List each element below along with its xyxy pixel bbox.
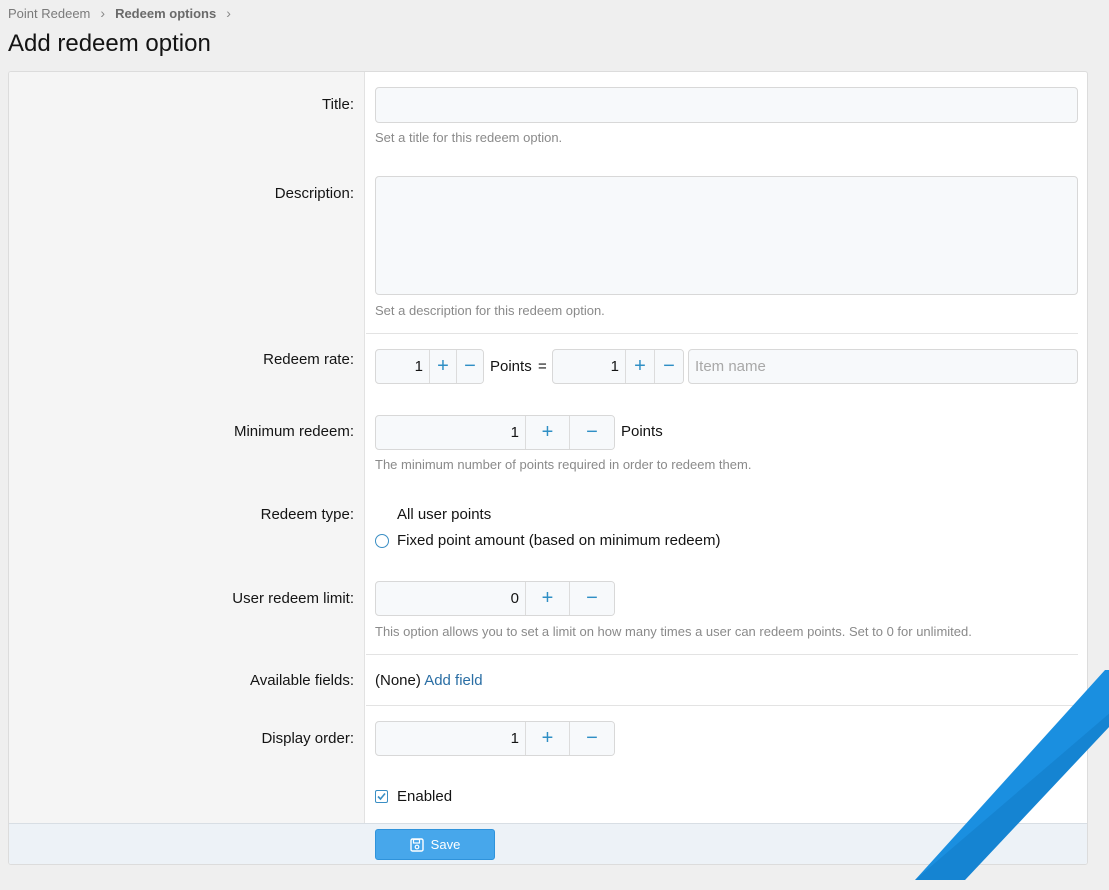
watermark-logo xyxy=(915,670,1109,880)
plus-icon[interactable]: + xyxy=(625,350,654,383)
item-name-placeholder: Item name xyxy=(695,358,766,375)
available-fields-value: (None) Add field xyxy=(375,672,483,689)
redeem-rate-points-text: Points xyxy=(490,358,532,375)
save-icon xyxy=(409,837,424,852)
section-divider xyxy=(366,333,1078,334)
title-label: Title: xyxy=(322,96,354,113)
techieshome-watermark xyxy=(905,670,1109,890)
redeem-rate-points-value[interactable]: 1 xyxy=(376,350,429,383)
minimum-redeem-stepper: 1 + − xyxy=(375,415,615,450)
breadcrumb-point-redeem[interactable]: Point Redeem xyxy=(8,6,90,21)
enabled-label[interactable]: Enabled xyxy=(397,788,452,805)
breadcrumb: Point Redeem › Redeem options › xyxy=(8,4,241,22)
display-order-label: Display order: xyxy=(261,730,354,747)
user-redeem-limit-value[interactable]: 0 xyxy=(376,582,525,615)
redeem-rate-equals: = xyxy=(538,358,547,375)
description-hint: Set a description for this redeem option… xyxy=(375,303,605,318)
redeem-type-label: Redeem type: xyxy=(260,506,354,523)
minimum-redeem-unit: Points xyxy=(621,423,663,440)
plus-icon[interactable]: + xyxy=(429,350,456,383)
user-redeem-limit-stepper: 0 + − xyxy=(375,581,615,616)
redeem-rate-points-stepper: 1 + − xyxy=(375,349,484,384)
minus-icon[interactable]: − xyxy=(456,350,483,383)
display-order-value[interactable]: 1 xyxy=(376,722,525,755)
enabled-checkbox[interactable] xyxy=(375,790,388,803)
user-redeem-limit-label: User redeem limit: xyxy=(232,590,354,607)
save-label: Save xyxy=(430,837,461,852)
plus-icon[interactable]: + xyxy=(525,582,569,615)
item-name-input[interactable]: Item name xyxy=(688,349,1078,384)
display-order-stepper: 1 + − xyxy=(375,721,615,756)
available-fields-label: Available fields: xyxy=(250,672,354,689)
page-title: Add redeem option xyxy=(8,30,211,57)
radio-circle-icon[interactable] xyxy=(375,534,389,548)
save-button[interactable]: Save xyxy=(375,829,495,860)
minus-icon[interactable]: − xyxy=(569,722,614,755)
radio-fixed-point-amount[interactable]: Fixed point amount (based on minimum red… xyxy=(397,532,720,549)
chevron-right-icon: › xyxy=(226,5,231,21)
title-input[interactable] xyxy=(375,87,1078,123)
radio-all-user-points[interactable]: All user points xyxy=(397,506,491,523)
user-redeem-limit-hint: This option allows you to set a limit on… xyxy=(375,624,972,639)
chevron-right-icon: › xyxy=(100,5,106,21)
plus-icon[interactable]: + xyxy=(525,722,569,755)
minimum-redeem-value[interactable]: 1 xyxy=(376,416,525,449)
redeem-rate-item-stepper: 1 + − xyxy=(552,349,684,384)
breadcrumb-redeem-options[interactable]: Redeem options xyxy=(115,6,216,21)
checkmark-icon xyxy=(377,792,386,801)
minus-icon[interactable]: − xyxy=(654,350,683,383)
add-field-link[interactable]: Add field xyxy=(424,672,482,689)
title-hint: Set a title for this redeem option. xyxy=(375,130,563,145)
minimum-redeem-label: Minimum redeem: xyxy=(233,423,354,440)
minus-icon[interactable]: − xyxy=(569,582,614,615)
description-label: Description: xyxy=(274,185,354,202)
section-divider xyxy=(366,654,1078,655)
minus-icon[interactable]: − xyxy=(569,416,614,449)
minimum-redeem-hint: The minimum number of points required in… xyxy=(375,457,752,472)
description-textarea[interactable] xyxy=(375,176,1078,295)
plus-icon[interactable]: + xyxy=(525,416,569,449)
available-fields-none: (None) xyxy=(375,672,421,689)
redeem-rate-label: Redeem rate: xyxy=(263,351,354,368)
redeem-rate-item-value[interactable]: 1 xyxy=(553,350,625,383)
